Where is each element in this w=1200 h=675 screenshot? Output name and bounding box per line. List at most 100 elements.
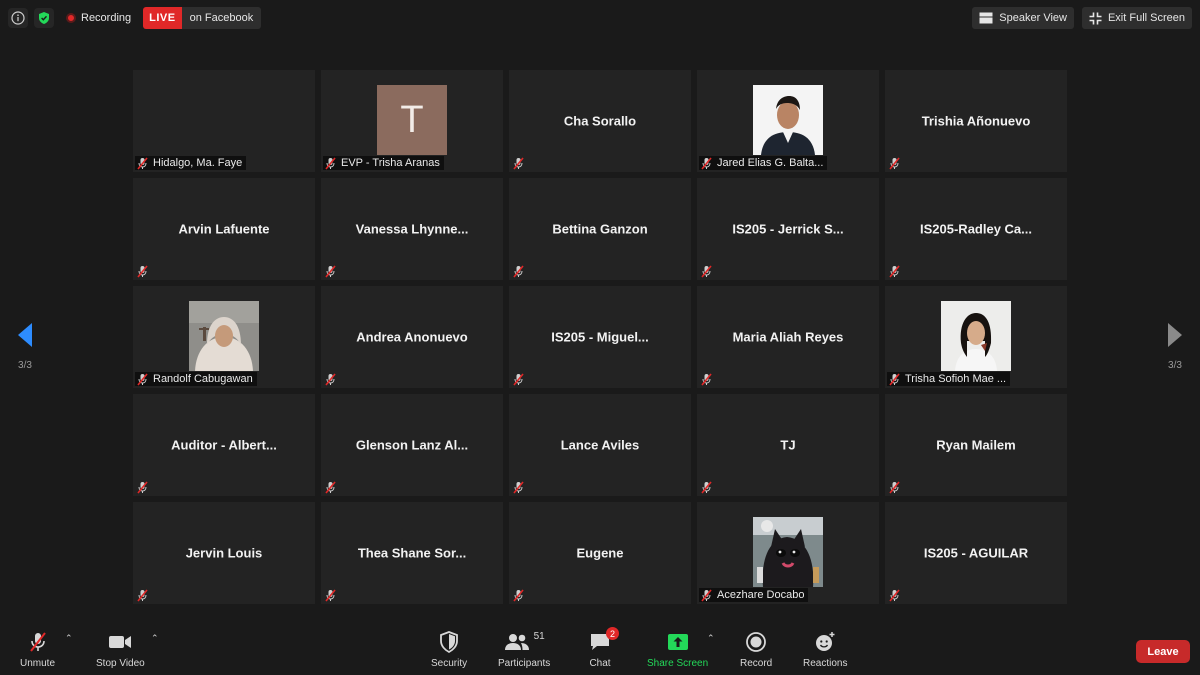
participant-tile[interactable]: TJ [697, 394, 879, 496]
participant-tile[interactable]: Maria Aliah Reyes [697, 286, 879, 388]
participant-display-name: Jervin Louis [185, 545, 263, 561]
participant-name-label: Trisha Sofioh Mae ... [905, 373, 1007, 385]
participant-name-tag: Jared Elias G. Balta... [699, 156, 828, 170]
meeting-info-icon[interactable] [8, 8, 28, 28]
leave-button[interactable]: Leave [1136, 640, 1190, 663]
muted-mic-icon [324, 480, 337, 494]
arrow-right-icon[interactable] [1167, 322, 1183, 348]
participant-tile[interactable]: Thea Shane Sor... [321, 502, 503, 604]
participant-tile[interactable]: Auditor - Albert... [133, 394, 315, 496]
participant-tile[interactable]: IS205 - AGUILAR [885, 502, 1067, 604]
participant-tile[interactable]: Trisha Sofioh Mae ... [885, 286, 1067, 388]
participant-tile[interactable]: Bettina Ganzon [509, 178, 691, 280]
participant-display-name: Glenson Lanz Al... [355, 437, 469, 453]
previous-page-nav[interactable]: 3/3 [10, 322, 40, 371]
share-screen-button[interactable]: Share Screen [647, 631, 708, 669]
security-button[interactable]: Security [431, 631, 467, 669]
participants-label: Participants [498, 658, 551, 669]
participant-tile[interactable]: IS205 - Miguel... [509, 286, 691, 388]
share-options-caret-icon[interactable]: ⌃ [707, 633, 715, 644]
video-camera-icon [109, 636, 132, 648]
participant-name-label: EVP - Trisha Aranas [341, 157, 440, 169]
muted-mic-icon [136, 372, 149, 386]
muted-mic-icon [700, 156, 713, 170]
live-stream-indicator[interactable]: LIVE on Facebook [143, 7, 262, 29]
reactions-button[interactable]: Reactions [803, 631, 847, 669]
participant-display-name: Eugene [576, 545, 624, 561]
participant-name-tag [887, 264, 905, 278]
speaker-view-label: Speaker View [999, 12, 1067, 24]
muted-mic-icon [324, 264, 337, 278]
participant-tile[interactable]: Cha Sorallo [509, 70, 691, 172]
speaker-view-button[interactable]: Speaker View [972, 7, 1074, 29]
participant-tile[interactable]: Trishia Añonuevo [885, 70, 1067, 172]
participant-display-name: IS205 - Jerrick S... [732, 221, 844, 237]
meeting-status-bar: Recording LIVE on Facebook [8, 7, 262, 29]
view-controls: Speaker View Exit Full Screen [972, 7, 1192, 29]
participant-display-name: Arvin Lafuente [178, 221, 270, 237]
recording-label: Recording [81, 12, 132, 24]
muted-mic-icon [888, 264, 901, 278]
participant-tile[interactable]: Acezhare Docabo [697, 502, 879, 604]
participants-count: 51 [533, 630, 545, 642]
participant-tile[interactable]: IS205-Radley Ca... [885, 178, 1067, 280]
participant-tile[interactable]: T EVP - Trisha Aranas [321, 70, 503, 172]
exit-fullscreen-button[interactable]: Exit Full Screen [1081, 7, 1192, 29]
muted-mic-icon [512, 480, 525, 494]
participant-profile-photo [753, 85, 823, 155]
muted-mic-icon [136, 264, 149, 278]
participant-profile-photo [941, 301, 1011, 371]
participant-display-name: Auditor - Albert... [171, 437, 277, 453]
participant-name-label: Jared Elias G. Balta... [717, 157, 824, 169]
page-indicator-right: 3/3 [1168, 360, 1182, 371]
reactions-smiley-icon [816, 632, 835, 651]
next-page-nav[interactable]: 3/3 [1160, 322, 1190, 371]
participants-button[interactable]: 51 Participants [498, 630, 551, 670]
participant-tile[interactable]: IS205 - Jerrick S... [697, 178, 879, 280]
participant-name-tag [135, 264, 153, 278]
participant-tile[interactable]: Vanessa Lhynne... [321, 178, 503, 280]
speaker-view-icon [979, 12, 993, 24]
participant-name-tag [511, 156, 529, 170]
participant-name-tag [511, 480, 529, 494]
arrow-left-icon[interactable] [17, 322, 33, 348]
muted-mic-icon [512, 588, 525, 602]
stop-video-button[interactable]: Stop Video [96, 631, 145, 669]
participant-tile[interactable]: Jervin Louis [133, 502, 315, 604]
encryption-shield-icon[interactable] [34, 8, 54, 28]
muted-mic-icon [512, 156, 525, 170]
participant-tile[interactable]: Hidalgo, Ma. Faye [133, 70, 315, 172]
participant-display-name: IS205-Radley Ca... [920, 221, 1032, 237]
participant-tile[interactable]: Randolf Cabugawan [133, 286, 315, 388]
chat-button[interactable]: 2 Chat [589, 627, 619, 669]
participant-display-name: Cha Sorallo [563, 113, 637, 129]
audio-options-caret-icon[interactable]: ⌃ [65, 633, 73, 644]
share-screen-label: Share Screen [647, 658, 709, 669]
participant-name-tag [699, 264, 717, 278]
record-icon [746, 632, 767, 652]
participant-display-name: IS205 - AGUILAR [923, 545, 1029, 561]
participant-tile[interactable]: Andrea Anonuevo [321, 286, 503, 388]
record-button[interactable]: Record [740, 631, 772, 669]
live-badge: LIVE [143, 7, 182, 29]
participant-display-name: Bettina Ganzon [552, 221, 648, 237]
participant-tile[interactable]: Eugene [509, 502, 691, 604]
participant-name-tag: Hidalgo, Ma. Faye [135, 156, 247, 170]
participant-name-tag [887, 588, 905, 602]
participant-name-label: Acezhare Docabo [717, 589, 805, 601]
exit-fullscreen-label: Exit Full Screen [1107, 12, 1185, 24]
muted-mic-icon [136, 480, 149, 494]
participant-tile[interactable]: Jared Elias G. Balta... [697, 70, 879, 172]
video-options-caret-icon[interactable]: ⌃ [151, 633, 159, 644]
participant-tile[interactable]: Ryan Mailem [885, 394, 1067, 496]
participant-tile[interactable]: Lance Aviles [509, 394, 691, 496]
unmute-button[interactable]: Unmute [20, 631, 55, 669]
participant-tile[interactable]: Arvin Lafuente [133, 178, 315, 280]
participant-tile[interactable]: Glenson Lanz Al... [321, 394, 503, 496]
security-shield-icon [440, 631, 458, 653]
recording-indicator[interactable]: Recording [66, 12, 131, 24]
muted-mic-icon [324, 156, 337, 170]
share-screen-arrow-icon [667, 634, 688, 650]
participant-display-name: Vanessa Lhynne... [355, 221, 469, 237]
participant-profile-photo [753, 517, 823, 587]
